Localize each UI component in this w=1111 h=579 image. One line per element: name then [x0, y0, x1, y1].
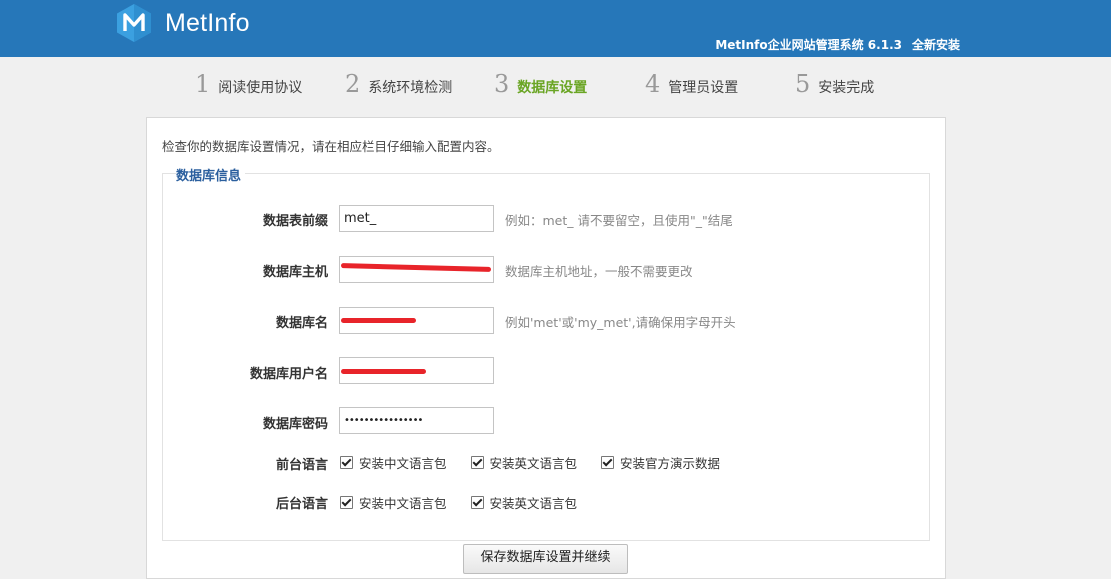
- checkbox-label: 安装中文语言包: [359, 496, 447, 511]
- step-label: 数据库设置: [517, 80, 588, 96]
- checkbox-label: 安装英文语言包: [489, 456, 578, 471]
- step-label: 安装完成: [818, 80, 875, 96]
- install-steps: 1 阅读使用协议 2 系统环境检测 3 数据库设置 4 管理员设置 5 安装完成: [0, 70, 1111, 106]
- checkbox-label: 安装中文语言包: [359, 456, 447, 471]
- header-bar: MetInfo MetInfo企业网站管理系统 6.1.3 全新安装: [0, 0, 1111, 57]
- checkbox-label: 安装官方演示数据: [620, 456, 721, 471]
- step-number: 3: [494, 70, 510, 98]
- step-number: 1: [195, 70, 211, 98]
- logo: MetInfo: [114, 3, 250, 43]
- system-version: MetInfo企业网站管理系统 6.1.3: [715, 38, 902, 52]
- step-number: 4: [645, 70, 661, 98]
- prefix-label: 数据表前缀: [262, 214, 328, 229]
- header-info: MetInfo企业网站管理系统 6.1.3 全新安装: [715, 36, 960, 53]
- step-4: 4 管理员设置: [645, 70, 738, 98]
- frontend-lang-label: 前台语言: [275, 458, 328, 473]
- metinfo-logo-icon: [117, 4, 151, 42]
- checkbox-frontend-en[interactable]: [470, 456, 484, 469]
- step-5: 5 安装完成: [795, 70, 874, 98]
- redaction-mark: [341, 369, 426, 374]
- checkbox-demo-data[interactable]: [601, 456, 615, 469]
- step-3-active: 3 数据库设置: [494, 70, 587, 98]
- dbname-hint: 例如'met'或'my_met',请确保用字母开头: [505, 315, 736, 330]
- step-label: 系统环境检测: [368, 80, 453, 96]
- step-number: 5: [795, 70, 811, 98]
- step-label: 阅读使用协议: [218, 80, 303, 96]
- step-number: 2: [345, 70, 361, 98]
- step-label: 管理员设置: [668, 80, 739, 96]
- dbname-label: 数据库名: [275, 316, 328, 331]
- frontend-lang-options: 安装中文语言包 安装英文语言包 安装官方演示数据: [340, 453, 744, 472]
- intro-text: 检查你的数据库设置情况，请在相应栏目仔细输入配置内容。: [162, 139, 500, 154]
- brand-name: MetInfo: [165, 8, 250, 37]
- backend-lang-label: 后台语言: [275, 497, 328, 512]
- step-1: 1 阅读使用协议: [195, 70, 302, 98]
- step-2: 2 系统环境检测: [345, 70, 452, 98]
- section-title: 数据库信息: [176, 165, 246, 184]
- checkbox-frontend-cn[interactable]: [340, 456, 353, 469]
- redaction-mark: [341, 318, 416, 323]
- prefix-hint: 例如：met_ 请不要留空，且使用"_"结尾: [505, 213, 733, 228]
- backend-lang-options: 安装中文语言包 安装英文语言包: [340, 493, 601, 512]
- prefix-input[interactable]: met_: [339, 205, 494, 232]
- password-input[interactable]: ••••••••••••••••: [339, 407, 494, 434]
- user-label: 数据库用户名: [249, 367, 328, 382]
- checkbox-backend-cn[interactable]: [340, 496, 353, 509]
- install-type: 全新安装: [911, 38, 960, 52]
- checkbox-backend-en[interactable]: [470, 496, 484, 509]
- save-continue-button[interactable]: 保存数据库设置并继续: [463, 544, 628, 574]
- checkbox-label: 安装英文语言包: [489, 496, 578, 511]
- password-label: 数据库密码: [262, 417, 328, 432]
- host-hint: 数据库主机地址，一般不需要更改: [505, 264, 693, 279]
- host-label: 数据库主机: [262, 265, 328, 280]
